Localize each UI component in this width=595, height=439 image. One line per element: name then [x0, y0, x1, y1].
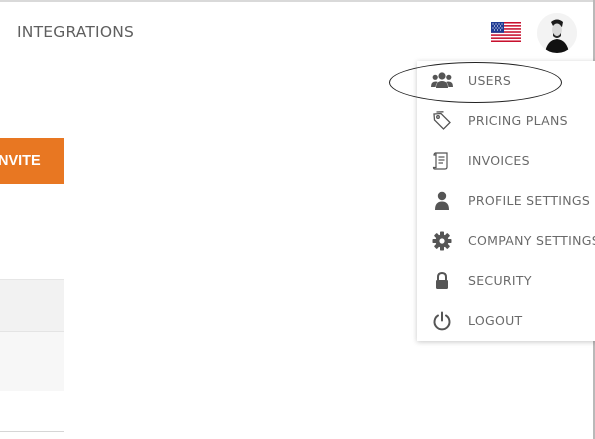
menu-item-security[interactable]: SECURITY [417, 261, 595, 301]
users-icon [431, 70, 453, 92]
gear-icon [431, 230, 453, 252]
table-row [0, 331, 64, 391]
nav-integrations-link[interactable]: INTEGRATIONS [17, 23, 134, 41]
user-menu-dropdown: USERS PRICING PLANS INVOICES PROFILE SET… [417, 61, 595, 341]
us-flag-icon[interactable] [491, 22, 521, 42]
table-divider [0, 431, 64, 432]
menu-item-company-settings[interactable]: COMPANY SETTINGS [417, 221, 595, 261]
menu-item-label: SECURITY [468, 273, 532, 288]
menu-item-label: COMPANY SETTINGS [468, 233, 595, 248]
top-border [0, 0, 595, 2]
person-icon [431, 190, 453, 212]
menu-item-pricing-plans[interactable]: PRICING PLANS [417, 101, 595, 141]
lock-icon [431, 270, 453, 292]
menu-item-users[interactable]: USERS [417, 61, 595, 101]
menu-item-label: PROFILE SETTINGS [468, 193, 591, 208]
menu-item-label: PRICING PLANS [468, 113, 568, 128]
menu-item-label: LOGOUT [468, 313, 523, 328]
invite-button[interactable]: NVITE [0, 138, 64, 184]
menu-item-invoices[interactable]: INVOICES [417, 141, 595, 181]
table-row [0, 279, 64, 331]
invoice-icon [431, 150, 453, 172]
menu-item-label: INVOICES [468, 153, 530, 168]
tag-icon [431, 110, 453, 132]
user-avatar[interactable] [537, 13, 577, 53]
power-icon [431, 310, 453, 332]
menu-item-logout[interactable]: LOGOUT [417, 301, 595, 341]
menu-item-label: USERS [468, 73, 512, 88]
menu-item-profile-settings[interactable]: PROFILE SETTINGS [417, 181, 595, 221]
